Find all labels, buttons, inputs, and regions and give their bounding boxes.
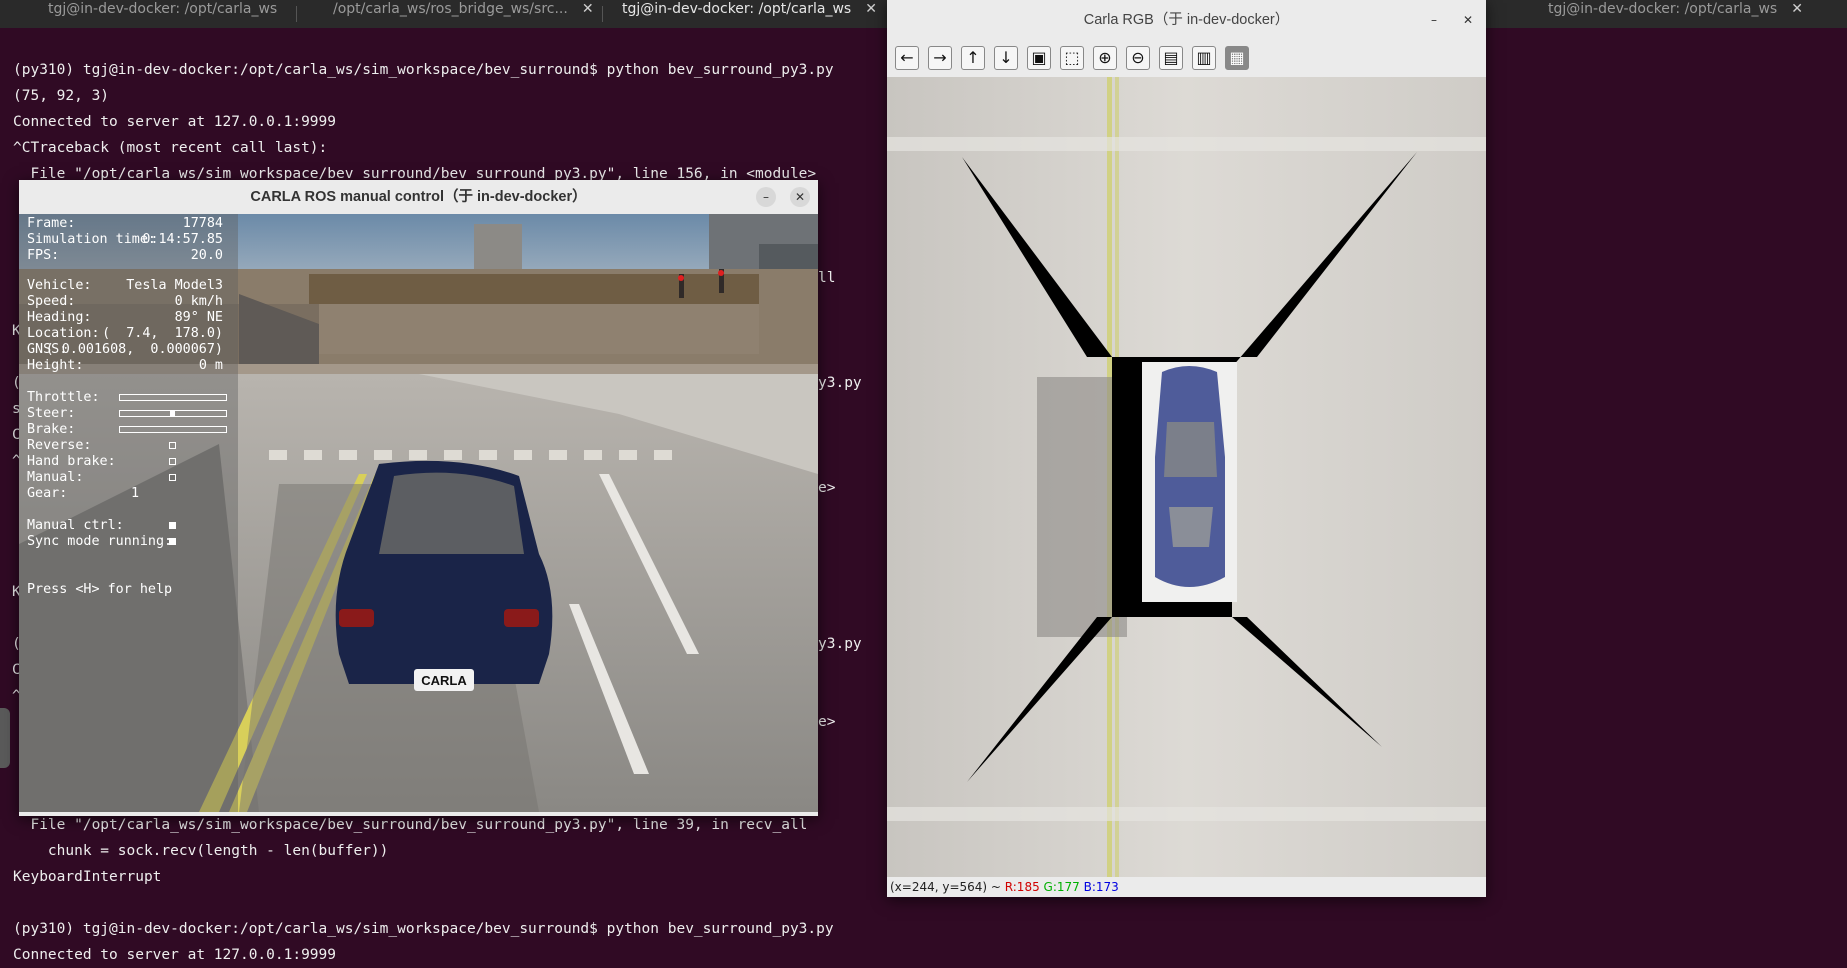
heading-label: Heading: [27,310,92,325]
arrow-down-icon[interactable]: ↓ [994,46,1018,70]
terminal-line: File "/opt/carla_ws/sim_workspace/bev_su… [13,817,808,833]
zoom-out-icon[interactable]: ⊖ [1126,46,1150,70]
vehicle-label: Vehicle: [27,278,92,293]
pixel-status-bar: (x=244, y=564) ~ R:185 G:177 B:173 [887,877,1486,897]
location-value: ( 7.4, 178.0) [102,326,223,341]
arrow-right-icon[interactable]: → [928,46,952,70]
terminal-fragment: y3.py [818,375,862,391]
save-icon[interactable]: ▤ [1159,46,1183,70]
terminal-fragment: ll [818,270,836,286]
tab-close-icon[interactable]: ✕ [582,1,594,17]
terminal-fragment: y3.py [818,636,862,652]
red-value: R:185 [1004,880,1040,894]
tab-label: /opt/carla_ws/ros_bridge_ws/src... [333,1,568,17]
terminal-tab-2[interactable]: /opt/carla_ws/ros_bridge_ws/src... ✕ [333,0,594,29]
steer-bar [119,410,227,417]
vehicle-value: Tesla Model3 [126,278,223,293]
window-titlebar[interactable]: Carla RGB（于 in-dev-docker） – ✕ [887,0,1486,40]
brake-bar [119,426,227,433]
terminal-line: chunk = sock.recv(length - len(buffer)) [13,843,389,859]
throttle-label: Throttle: [27,390,100,405]
frame-value: 17784 [182,216,223,231]
terminal-tab-1[interactable]: tgj@in-dev-docker: /opt/carla_ws [48,0,277,29]
help-hint: Press <H> for help [27,582,173,597]
hud-panel: Frame: 17784 Simulation time: 0:14:57.85… [19,214,238,812]
window-titlebar[interactable]: CARLA ROS manual control（于 in-dev-docker… [19,180,818,214]
image-toolbar: ← → ↑ ↓ ▣ ⬚ ⊕ ⊖ ▤ ▥ ▦ [887,40,1486,77]
speed-value: 0 km/h [174,294,223,309]
heading-value: 89° NE [174,310,223,325]
close-button[interactable]: ✕ [790,187,810,207]
terminal-tab-3[interactable]: tgj@in-dev-docker: /opt/carla_ws ✕ [622,0,877,29]
terminal-scroll-sliver [0,708,10,768]
tab-close-icon[interactable]: ✕ [865,1,877,17]
manual-control-window[interactable]: CARLA ROS manual control（于 in-dev-docker… [19,180,818,816]
manual-ctrl-checkbox [169,522,176,529]
frame-label: Frame: [27,216,76,231]
tab-label: tgj@in-dev-docker: /opt/carla_ws [48,1,278,17]
throttle-bar [119,394,227,401]
tab-label: tgj@in-dev-docker: /opt/carla_ws [622,1,852,17]
terminal-line: KeyboardInterrupt [13,869,162,885]
zoom-rect-icon[interactable]: ⬚ [1060,46,1084,70]
rgb-window[interactable]: Carla RGB（于 in-dev-docker） – ✕ ← → ↑ ↓ ▣… [887,0,1486,897]
window-title: CARLA ROS manual control（于 in-dev-docker… [250,189,587,205]
arrow-left-icon[interactable]: ← [895,46,919,70]
terminal-line: ^CTraceback (most recent call last): [13,140,328,156]
sim-time-label: Simulation time: [27,232,156,247]
gear-label: Gear: [27,486,68,501]
tab-divider [296,6,297,22]
zoom-fit-icon[interactable]: ▣ [1027,46,1051,70]
window-title: Carla RGB（于 in-dev-docker） [1083,12,1290,28]
close-button[interactable]: ✕ [1458,10,1478,30]
brake-label: Brake: [27,422,76,437]
copy-icon[interactable]: ▥ [1192,46,1216,70]
zoom-in-icon[interactable]: ⊕ [1093,46,1117,70]
height-value: 0 m [198,358,223,373]
bev-surround-image [887,77,1486,877]
cursor-coords: (x=244, y=564) ~ [890,880,1005,894]
tab-divider [602,6,603,22]
green-value: G:177 [1043,880,1080,894]
manual-ctrl-label: Manual ctrl: [27,518,124,533]
terminal-line: (75, 92, 3) [13,88,110,104]
fps-value: 20.0 [190,248,223,263]
camera-view: CARLA Frame: 17784 Simulation time: 0:14… [19,214,818,812]
sim-time-value: 0:14:57.85 [142,232,223,247]
location-label: Location: [27,326,100,341]
terminal-line: Connected to server at 127.0.0.1:9999 [13,114,337,130]
fps-label: FPS: [27,248,60,263]
manual-label: Manual: [27,470,84,485]
terminal-line: (py310) tgj@in-dev-docker:/opt/carla_ws/… [13,921,834,937]
properties-icon[interactable]: ▦ [1225,46,1249,70]
sync-mode-label: Sync mode running: [27,534,173,549]
minimize-button[interactable]: – [756,187,776,207]
gnss-value: ( 0.001608, 0.000067) [45,342,223,357]
tab-label: tgj@in-dev-docker: /opt/carla_ws [1548,1,1778,17]
height-label: Height: [27,358,84,373]
sync-mode-checkbox [169,538,176,545]
arrow-up-icon[interactable]: ↑ [961,46,985,70]
tab-close-icon[interactable]: ✕ [1791,1,1803,17]
license-plate-text: CARLA [421,673,467,688]
terminal-tab-4[interactable]: tgj@in-dev-docker: /opt/carla_ws ✕ [1548,0,1803,29]
steer-label: Steer: [27,406,76,421]
terminal-fragment: e> [818,714,836,730]
hand-brake-label: Hand brake: [27,454,116,469]
hand-brake-checkbox [169,458,176,465]
bev-image[interactable] [887,77,1486,877]
speed-label: Speed: [27,294,76,309]
minimize-button[interactable]: – [1424,10,1444,30]
terminal-line: (py310) tgj@in-dev-docker:/opt/carla_ws/… [13,62,834,78]
terminal-fragment: e> [818,480,836,496]
terminal-line: Connected to server at 127.0.0.1:9999 [13,947,337,963]
steer-indicator [170,411,175,416]
reverse-checkbox [169,442,176,449]
gear-value: 1 [131,486,140,501]
manual-checkbox [169,474,176,481]
blue-value: B:173 [1083,880,1119,894]
reverse-label: Reverse: [27,438,92,453]
